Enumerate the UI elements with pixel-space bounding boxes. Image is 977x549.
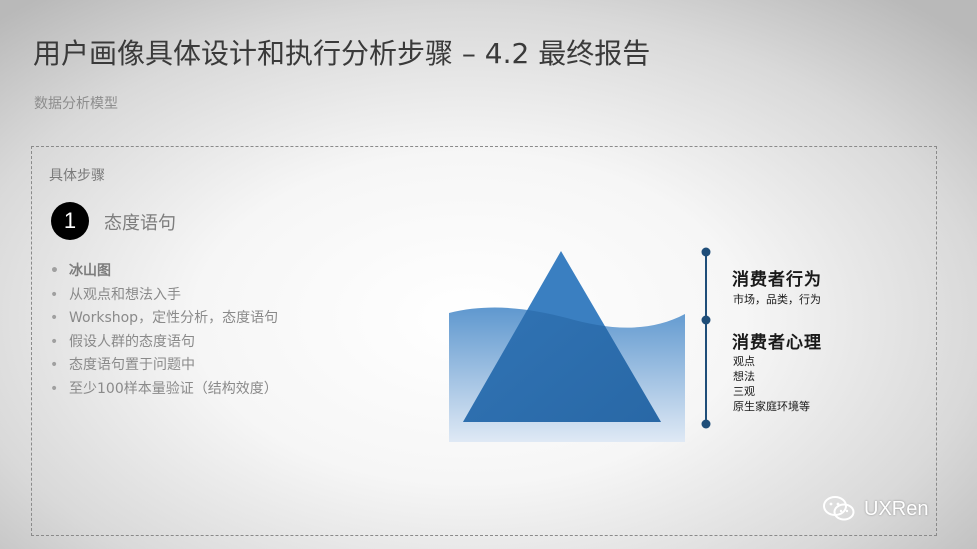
psychology-item: 想法 <box>733 370 755 383</box>
bullet-marker: • <box>50 380 59 397</box>
list-item: • Workshop，定性分析，态度语句 <box>50 307 278 331</box>
psychology-item: 观点 <box>733 355 755 368</box>
psychology-heading: 消费者心理 <box>732 333 822 353</box>
timeline-dot-top <box>701 247 711 257</box>
list-item: • 至少100样本量验证（结构效度） <box>50 378 278 402</box>
step-title: 态度语句 <box>104 213 176 234</box>
bullet-list: • 冰山图 • 从观点和想法入手 • Workshop，定性分析，态度语句 • 假设人群… <box>50 260 278 401</box>
bullet-marker: • <box>50 357 59 373</box>
list-item: • 态度语句置于问题中 <box>50 354 278 378</box>
page-subtitle: 数据分析模型 <box>34 96 118 112</box>
panel-label: 具体步骤 <box>49 168 105 184</box>
iceberg-diagram <box>449 251 685 442</box>
bullet-marker: • <box>50 286 59 303</box>
psychology-item: 原生家庭环境等 <box>733 400 810 413</box>
timeline-dot-middle <box>701 315 711 325</box>
timeline-dot-bottom <box>701 419 711 429</box>
behavior-item: 市场，品类，行为 <box>733 293 821 306</box>
list-item: • 假设人群的态度语句 <box>50 331 278 355</box>
list-item: • 从观点和想法入手 <box>50 284 278 308</box>
wechat-icon <box>823 496 855 521</box>
list-item-text: 态度语句置于问题中 <box>69 357 195 373</box>
list-item-text: 假设人群的态度语句 <box>69 333 195 350</box>
bullet-marker: • <box>50 333 59 350</box>
bullet-marker: • <box>50 263 59 279</box>
watermark-text: UXRen <box>864 497 929 520</box>
watermark: UXRen <box>822 494 928 524</box>
list-item-text: Workshop，定性分析，态度语句 <box>69 310 279 326</box>
list-item-text: 冰山图 <box>69 263 111 279</box>
bullet-marker: • <box>50 310 59 326</box>
behavior-heading: 消费者行为 <box>732 270 822 290</box>
list-item: • 冰山图 <box>50 260 278 284</box>
list-item-text: 至少100样本量验证（结构效度） <box>69 380 278 397</box>
timeline-line <box>701 247 711 429</box>
list-item-text: 从观点和想法入手 <box>69 286 181 303</box>
step-number-badge: 1 <box>51 202 89 240</box>
psychology-item: 三观 <box>733 385 755 398</box>
page-title: 用户画像具体设计和执行分析步骤 – 4.2 最终报告 <box>33 37 651 70</box>
